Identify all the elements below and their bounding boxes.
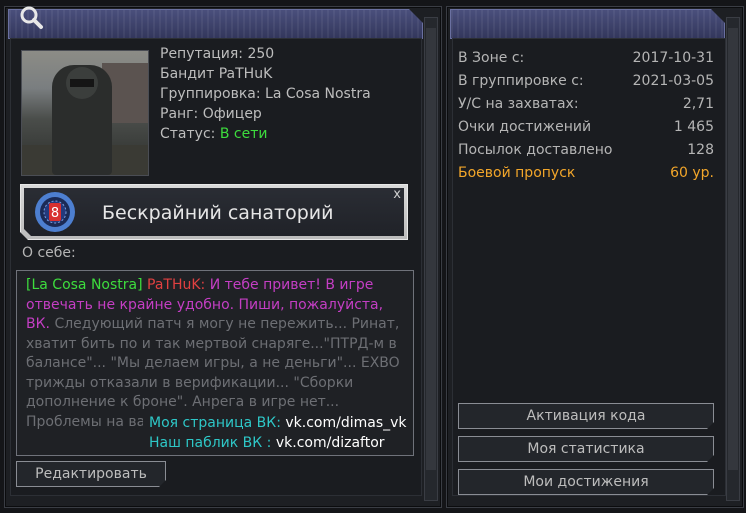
faction-text: Группировка: La Cosa Nostra [160,86,371,102]
battle-pass-row: Боевой пропуск 60 ур. [458,165,714,187]
vk-page-label: Моя страница ВК: [149,415,281,431]
stats-scroll-thumb[interactable] [728,28,738,470]
stat-label: У/С на захватах: [458,96,579,112]
about-textarea[interactable]: [La Cosa Nostra] PaTHuK: И тебе привет! … [16,270,414,456]
profile-scroll-thumb[interactable] [426,28,436,470]
status-badge: В сети [219,126,268,142]
player-name-text: Бандит PaTHuK [160,66,273,82]
vk-public-row[interactable]: Наш паблик ВК : vk.com/dizaftor [149,435,385,451]
stat-label: Посылок доставлено [458,142,613,158]
stat-row: Посылок доставлено 128 [458,142,714,164]
clan-name: Бескрайний санаторий [102,202,334,224]
stat-row: В Зоне с: 2017-10-31 [458,50,714,72]
avatar [21,50,149,176]
close-icon[interactable]: x [393,187,401,202]
my-stats-button[interactable]: Моя статистика [458,436,714,462]
vk-public-label: Наш паблик ВК : [149,435,272,451]
status-label: Статус: [160,126,220,142]
rank-text: Ранг: Офицер [160,106,262,122]
vk-page-link[interactable]: vk.com/dimas_vk [285,415,406,431]
about-clan-tag: [La Cosa Nostra] [26,277,143,293]
stats-panel-header [450,9,725,39]
search-icon[interactable] [18,4,44,30]
clan-emblem-letter: 8 [51,206,59,221]
vk-page-row[interactable]: Моя страница ВК: vk.com/dimas_vk [149,415,407,431]
stat-label: В Зоне с: [458,50,525,66]
profile-scrollbar[interactable] [424,17,438,501]
edit-button[interactable]: Редактировать [16,461,166,487]
vk-links: Моя страница ВК: vk.com/dimas_vk Наш паб… [143,413,411,455]
stat-value: 60 ур. [670,165,714,181]
stat-row: Очки достижений 1 465 [458,119,714,141]
stat-label: В группировке с: [458,73,584,89]
profile-panel-header [8,9,423,39]
stat-label: Боевой пропуск [458,165,576,181]
status-row: Статус: В сети [160,124,267,144]
vk-public-link[interactable]: vk.com/dizaftor [276,435,385,451]
clan-banner[interactable]: 8 Бескрайний санаторий x [20,184,408,240]
stat-value: 2,71 [682,96,714,112]
about-text: [La Cosa Nostra] PaTHuK: И тебе привет! … [26,276,407,432]
about-label: О себе: [22,245,76,261]
stat-row: У/С на захватах: 2,71 [458,96,714,118]
stat-row: В группировке с: 2021-03-05 [458,73,714,95]
stat-value: 128 [687,142,714,158]
clan-emblem-icon: 8 [34,191,76,233]
my-achievements-button[interactable]: Мои достижения [458,469,714,495]
stat-value: 1 465 [673,119,714,135]
reputation-text: Репутация: 250 [160,46,275,62]
activate-code-button[interactable]: Активация кода [458,403,714,429]
stat-label: Очки достижений [458,119,592,135]
stat-value: 2021-03-05 [632,73,714,89]
stat-value: 2017-10-31 [632,50,714,66]
about-nick: PaTHuK: [147,277,206,293]
stats-scrollbar[interactable] [726,17,740,501]
